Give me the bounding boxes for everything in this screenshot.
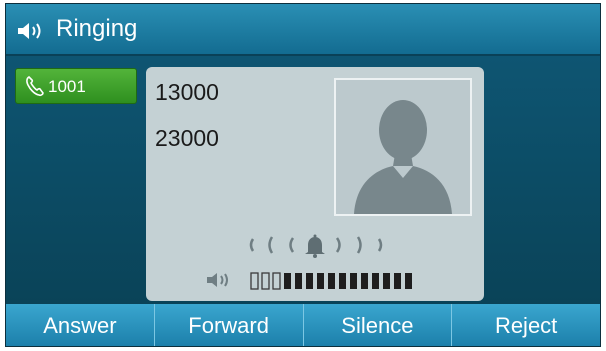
contact-avatar (334, 78, 472, 216)
answer-button[interactable]: Answer (6, 304, 155, 346)
volume-segment (328, 273, 335, 289)
reject-button[interactable]: Reject (452, 304, 600, 346)
line-key-1001[interactable]: 1001 (15, 68, 137, 104)
phone-screen: Ringing 1001 13000 23000 Answer Forward … (5, 3, 601, 347)
title-bar: Ringing (6, 4, 600, 56)
incoming-call-card: 13000 23000 (146, 67, 484, 301)
volume-segment (339, 273, 346, 289)
volume-segment (284, 273, 291, 289)
volume-segment (383, 273, 390, 289)
volume-segment (405, 273, 412, 289)
softkey-bar: Answer Forward Silence Reject (6, 304, 600, 346)
volume-segment (250, 272, 259, 290)
volume-segment (350, 273, 357, 289)
volume-segment (394, 273, 401, 289)
volume-segment (361, 273, 368, 289)
ringing-indicator (241, 230, 391, 265)
phone-icon (25, 75, 45, 102)
volume-speaker-icon (206, 271, 236, 294)
volume-segment (317, 273, 324, 289)
caller-number: 13000 (155, 79, 219, 105)
volume-segment (372, 273, 379, 289)
silence-button[interactable]: Silence (304, 304, 453, 346)
volume-segment (261, 272, 270, 290)
call-status-title: Ringing (56, 15, 138, 42)
volume-segment (306, 273, 313, 289)
volume-segment (272, 272, 281, 290)
speaker-icon (16, 21, 46, 46)
volume-segment (295, 273, 302, 289)
bell-icon (305, 234, 325, 258)
forward-button[interactable]: Forward (155, 304, 304, 346)
line-key-label: 1001 (48, 77, 86, 96)
called-number: 23000 (155, 125, 219, 151)
volume-level-bar (250, 272, 412, 290)
